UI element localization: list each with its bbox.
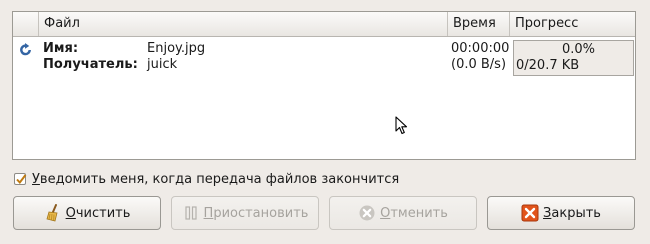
pause-icon (184, 206, 197, 220)
recipient-label: Получатель: (43, 57, 138, 72)
cancel-button[interactable]: Отменить (329, 196, 477, 230)
notify-label-mnemonic: У (32, 171, 40, 187)
notify-checkbox[interactable] (14, 173, 27, 185)
file-name: Enjoy.jpg (147, 41, 206, 56)
clear-button-mnemonic: О (65, 205, 76, 221)
progress-bar: 0.0% 0/20.7 KB (513, 40, 634, 76)
column-header-file[interactable]: Файл (39, 12, 448, 36)
column-header-icon[interactable] (13, 12, 39, 36)
cancel-icon (359, 205, 375, 221)
clear-button[interactable]: Очистить (13, 196, 161, 230)
transfer-speed: (0.0 B/s) (451, 57, 507, 72)
broom-icon (46, 204, 58, 222)
list-header: Файл Время Прогресс (13, 12, 635, 37)
transfer-size: 0/20.7 KB (516, 58, 580, 73)
column-header-progress[interactable]: Прогресс (510, 12, 635, 36)
notify-row[interactable]: Уведомить меня, когда передача файлов за… (14, 171, 399, 187)
checkmark-icon (16, 174, 27, 185)
progress-percent: 0.0% (561, 42, 595, 57)
notify-label-text: ведомить меня, когда передача файлов зак… (39, 171, 400, 187)
close-icon (521, 204, 539, 222)
refresh-icon (20, 42, 31, 56)
cancel-button-mnemonic: О (380, 205, 391, 221)
cancel-button-label: тменить (390, 205, 448, 221)
close-button[interactable]: Закрыть (487, 196, 635, 230)
notify-label[interactable]: Уведомить меня, когда передача файлов за… (32, 172, 399, 187)
close-button-label: акрыть (551, 205, 601, 221)
transfer-row[interactable]: Имя: Enjoy.jpg Получатель: juick 00:00:0… (13, 37, 635, 79)
clear-button-label: чистить (75, 205, 131, 221)
pause-button-label: риостановить (213, 205, 309, 221)
file-transfer-list[interactable]: Файл Время Прогресс Имя: Enjoy.jpg Получ… (12, 11, 636, 160)
pause-button[interactable]: Приостановить (171, 196, 319, 230)
column-header-time[interactable]: Время (448, 12, 510, 36)
recipient-name: juick (147, 57, 178, 72)
pause-button-mnemonic: П (203, 205, 214, 221)
elapsed-time: 00:00:00 (451, 41, 510, 56)
name-label: Имя: (43, 41, 79, 56)
mouse-cursor-icon (395, 116, 408, 135)
